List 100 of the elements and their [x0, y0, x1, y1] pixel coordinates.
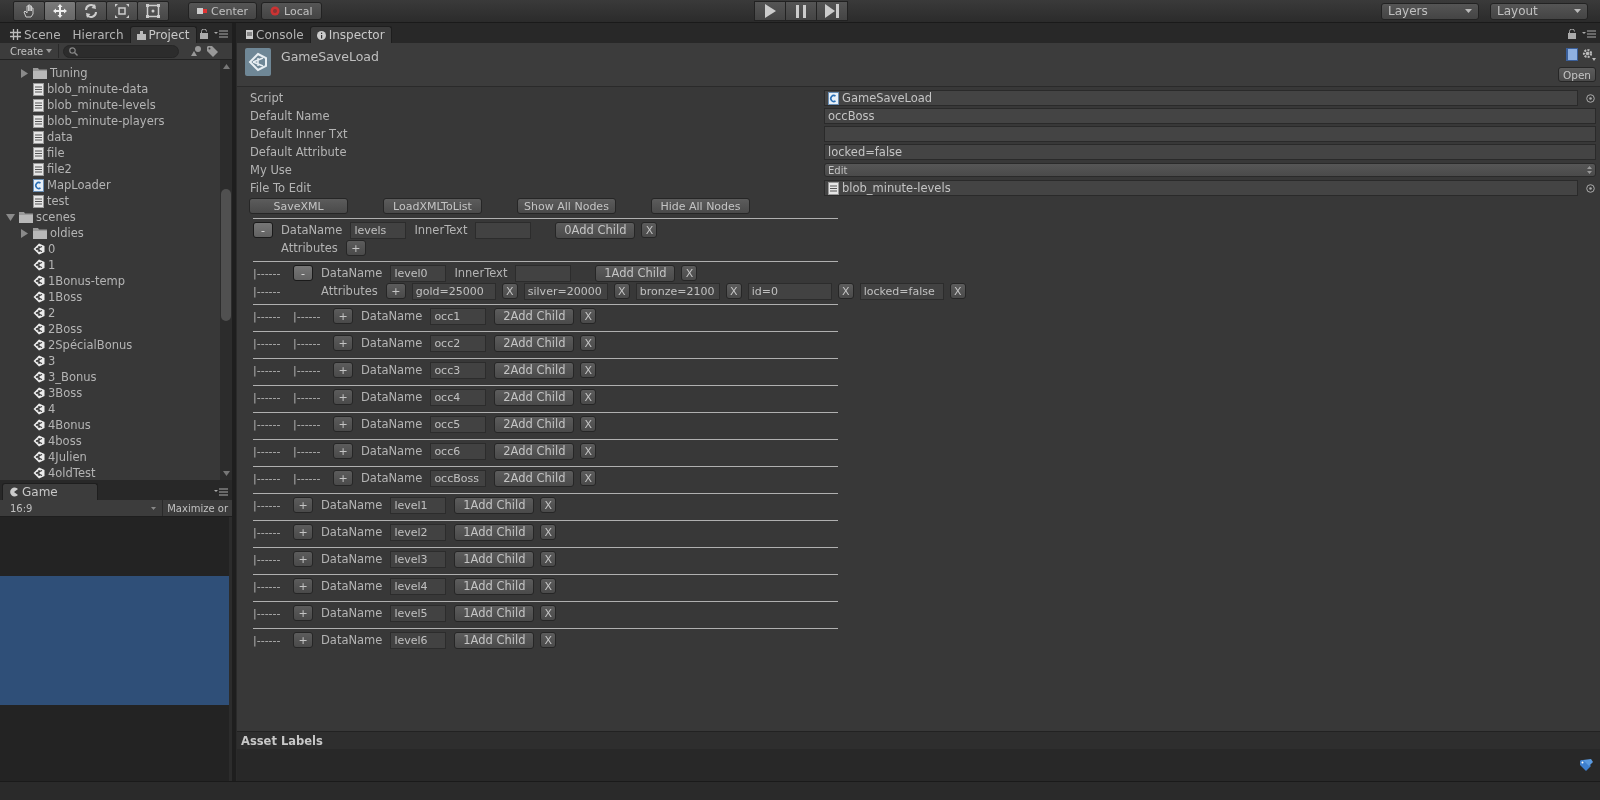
remove-button[interactable]: X [580, 335, 597, 351]
project-item[interactable]: test [47, 194, 70, 208]
layout-dropdown[interactable]: Layers [1381, 2, 1479, 20]
add-child-button[interactable]: 1Add Child [595, 264, 676, 282]
project-item[interactable]: Tuning [50, 66, 88, 80]
remove-button[interactable]: X [540, 578, 557, 594]
add-child-button[interactable]: 2Add Child [494, 361, 575, 379]
remove-button[interactable]: X [641, 222, 658, 238]
collapsed-arrow-icon[interactable] [20, 68, 29, 78]
add-child-button[interactable]: 2Add Child [494, 415, 575, 433]
expand-toggle[interactable]: + [293, 632, 313, 648]
tool-button[interactable] [106, 1, 138, 21]
search-field[interactable] [63, 44, 180, 58]
expand-toggle[interactable]: + [333, 443, 353, 459]
expand-toggle[interactable]: - [293, 265, 313, 281]
lock-icon[interactable] [1568, 29, 1576, 39]
remove-button[interactable]: X [540, 524, 557, 540]
remove-button[interactable]: X [540, 632, 557, 648]
pivot-button[interactable]: Center [188, 2, 258, 20]
remove-button[interactable]: X [837, 283, 854, 299]
tag-icon[interactable] [1580, 759, 1594, 771]
tool-button[interactable] [137, 1, 169, 21]
add-child-button[interactable]: 2Add Child [494, 388, 575, 406]
pivot-button[interactable]: Local [261, 2, 322, 20]
project-item[interactable]: 3 [48, 354, 56, 368]
aspect-dropdown[interactable]: 16:9 [0, 500, 164, 516]
expand-toggle[interactable]: + [333, 416, 353, 432]
expand-toggle[interactable]: + [333, 362, 353, 378]
project-item[interactable]: 4boss [48, 434, 82, 448]
project-item[interactable]: 0 [48, 242, 56, 256]
remove-button[interactable]: X [580, 443, 597, 459]
expand-toggle[interactable]: + [333, 470, 353, 486]
object-field[interactable]: GameSaveLoad [824, 90, 1578, 106]
tool-button[interactable] [13, 1, 45, 21]
step-button[interactable] [815, 1, 848, 21]
filter-by-type-icon[interactable] [191, 46, 204, 56]
action-button[interactable]: Show All Nodes [517, 198, 616, 214]
object-picker-icon[interactable] [1586, 183, 1595, 193]
project-item[interactable]: 1Boss [48, 290, 83, 304]
remove-button[interactable]: X [540, 605, 557, 621]
add-child-button[interactable]: 2Add Child [494, 334, 575, 352]
layout-dropdown[interactable]: Layout [1490, 2, 1588, 20]
data-name-field[interactable]: occ5 [430, 415, 487, 433]
expand-toggle[interactable]: + [293, 497, 313, 513]
project-item[interactable]: MapLoader [47, 178, 111, 192]
tag-icon[interactable] [207, 45, 219, 57]
project-item[interactable]: scenes [36, 210, 76, 224]
expand-toggle[interactable]: + [293, 605, 313, 621]
expanded-arrow-icon[interactable] [6, 212, 15, 222]
data-name-field[interactable]: occBoss [430, 469, 487, 487]
add-child-button[interactable]: 1Add Child [454, 496, 535, 514]
project-item[interactable]: data [47, 130, 73, 144]
project-item[interactable]: blob_minute-data [47, 82, 149, 96]
object-picker-icon[interactable] [1586, 93, 1595, 103]
add-child-button[interactable]: 1Add Child [454, 577, 535, 595]
project-item[interactable]: 2SpécialBonus [48, 338, 133, 352]
attribute-field[interactable]: id=0 [747, 282, 832, 300]
data-name-field[interactable]: level1 [390, 496, 447, 514]
project-item[interactable]: 4Julien [48, 450, 87, 464]
tool-button[interactable] [75, 1, 107, 21]
attribute-field[interactable]: gold=25000 [411, 282, 496, 300]
scrollbar[interactable] [220, 60, 232, 480]
remove-button[interactable]: X [725, 283, 742, 299]
panel-tab[interactable]: Console [240, 26, 310, 43]
remove-button[interactable]: X [580, 470, 597, 486]
project-item[interactable]: 1 [48, 258, 56, 272]
add-child-button[interactable]: 1Add Child [454, 631, 535, 649]
project-item[interactable]: 2 [48, 306, 56, 320]
panel-tab[interactable]: Inspector [309, 26, 392, 43]
data-name-field[interactable]: occ6 [430, 442, 487, 460]
action-button[interactable]: Hide All Nodes [651, 198, 750, 214]
project-item[interactable]: blob_minute-levels [47, 98, 156, 112]
menu-icon[interactable] [1582, 30, 1596, 38]
open-button[interactable]: Open [1557, 67, 1596, 82]
tool-button[interactable] [44, 1, 76, 21]
expand-toggle[interactable]: + [333, 335, 353, 351]
remove-button[interactable]: X [580, 308, 597, 324]
data-name-field[interactable]: levels [350, 221, 407, 239]
project-item[interactable]: file [47, 146, 65, 160]
data-name-field[interactable]: level3 [390, 550, 447, 568]
data-name-field[interactable]: level4 [390, 577, 447, 595]
expand-toggle[interactable]: + [293, 551, 313, 567]
expand-toggle[interactable]: + [333, 389, 353, 405]
text-field[interactable]: occBoss [824, 108, 1596, 124]
project-item[interactable]: 1Bonus-temp [48, 274, 126, 288]
expand-toggle[interactable]: + [293, 524, 313, 540]
remove-button[interactable]: X [580, 362, 597, 378]
game-tab[interactable]: Game [2, 483, 98, 500]
remove-button[interactable]: X [949, 283, 966, 299]
data-name-field[interactable]: level2 [390, 523, 447, 541]
inner-text-field[interactable] [515, 264, 572, 282]
expand-toggle[interactable]: + [293, 578, 313, 594]
remove-button[interactable]: X [540, 551, 557, 567]
project-item[interactable]: file2 [47, 162, 72, 176]
pause-button[interactable] [784, 1, 817, 21]
project-item[interactable]: 4oldTest [48, 466, 96, 480]
data-name-field[interactable]: level6 [390, 631, 447, 649]
menu-icon[interactable] [214, 488, 228, 496]
add-child-button[interactable]: 1Add Child [454, 523, 535, 541]
expand-toggle[interactable]: - [253, 222, 273, 238]
